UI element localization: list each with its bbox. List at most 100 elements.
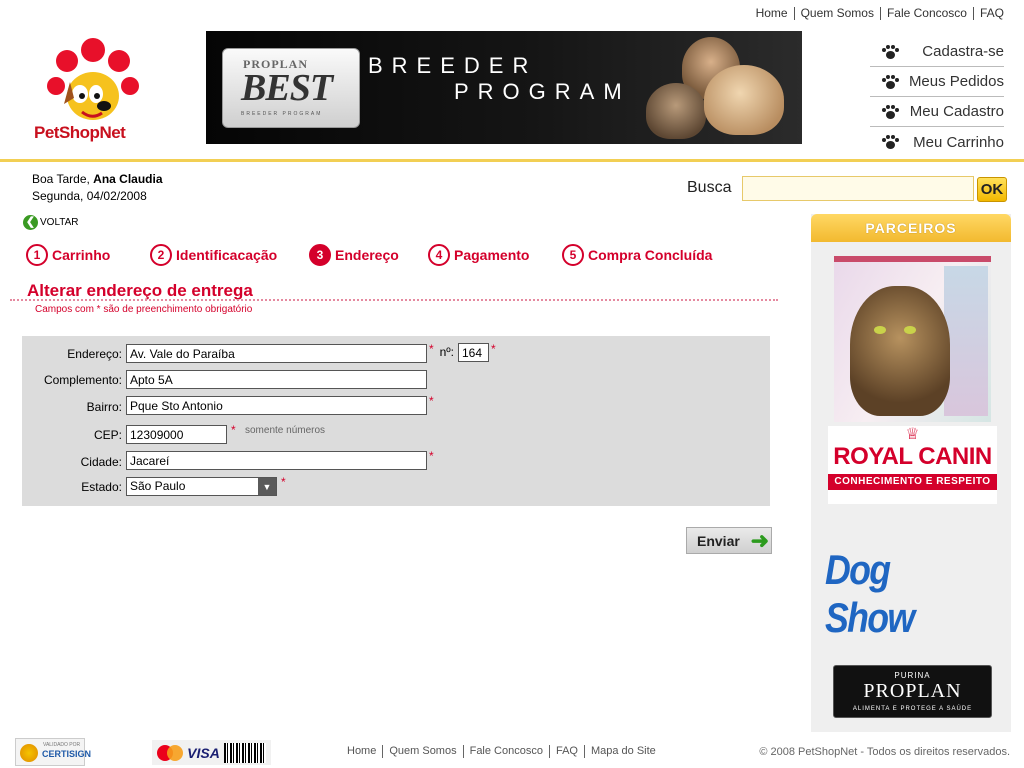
cidade-field[interactable] [126,451,427,470]
partners-sidebar: PARCEIROS ♕ ROYAL CANIN CONHECIMENTO E R… [811,214,1011,732]
enviar-button[interactable]: Enviar ➜ [686,527,772,554]
top-nav-faq-link[interactable]: FAQ [974,7,1004,20]
certisign-small: VALIDADO POR [43,742,81,748]
footer-nav: Home Quem Somos Fale Concosco FAQ Mapa d… [347,745,662,758]
footer-faq-link[interactable]: FAQ [550,745,585,758]
back-label: VOLTAR [40,217,79,228]
greeting-date: Segunda, 04/02/2008 [32,189,147,203]
payment-methods: VISA [152,740,271,765]
step-carrinho: 1 Carrinho [26,244,110,266]
step-pagamento: 4 Pagamento [428,244,529,266]
bairro-label: Bairro: [86,400,122,414]
royal-canin-tagline: CONHECIMENTO E RESPEITO [828,474,997,490]
menu-meu-cadastro-label: Meu Cadastro [909,103,1004,120]
cidade-label: Cidade: [80,455,122,469]
endereco-label: Endereço: [67,347,122,361]
step-label: Pagamento [454,247,530,263]
step-number: 2 [150,244,172,266]
banner-line2: PROGRAM [454,79,631,104]
cat-photo [850,286,950,416]
estado-selected-value: São Paulo [130,479,186,493]
bairro-field[interactable] [126,396,427,415]
menu-meu-cadastro[interactable]: Meu Cadastro [870,97,1004,127]
search-ok-button[interactable]: OK [977,177,1007,202]
page-title: Alterar endereço de entrega [27,281,253,300]
cat-image-3 [704,65,784,135]
banner-line1: BREEDER [368,53,538,78]
numero-label: nº: [439,345,454,359]
menu-meus-pedidos[interactable]: Meus Pedidos [870,67,1004,97]
search-label: Busca [687,179,732,196]
estado-select[interactable]: São Paulo ▼ [126,477,277,496]
breeder-program-banner[interactable]: PROPLAN BEST BREEDER PROGRAM BREEDER PRO… [206,31,802,144]
step-number: 5 [562,244,584,266]
header-separator [0,159,1024,162]
banner-brand-small: BREEDER PROGRAM [241,111,323,117]
cep-field[interactable] [126,425,227,444]
step-number: 4 [428,244,450,266]
step-identificacao: 2 Identificacação [150,244,277,266]
cep-label: CEP: [93,428,122,442]
greeting-salutation: Boa Tarde, [32,172,90,186]
step-compra-concluida: 5 Compra Concluída [562,244,712,266]
certisign-icon [20,744,38,762]
banner-brand-main: BEST [241,67,333,109]
menu-cadastra-se-label: Cadastra-se [922,43,1004,60]
royal-canin-cat-ad[interactable] [834,256,991,422]
menu-meu-carrinho[interactable]: Meu Carrinho [870,127,1004,157]
paw-icon [882,104,899,119]
enviar-label: Enviar [697,532,740,549]
proplan-purina: PURINA [894,671,931,680]
required-mark: * [281,475,286,489]
footer-mapa-do-site-link[interactable]: Mapa do Site [585,745,662,758]
required-mark: * [429,394,434,408]
account-menu: Cadastra-se Meus Pedidos Meu Cadastro Me… [870,37,1004,157]
footer-fale-conosco-link[interactable]: Fale Concosco [464,745,550,758]
boleto-barcode-icon [223,742,266,763]
copyright: © 2008 PetShopNet - Todos os direitos re… [759,746,1010,758]
royal-canin-name: ROYAL CANIN [833,443,992,470]
required-mark: * [231,423,236,437]
step-endereco: 3 Endereço [309,244,399,266]
search-input[interactable] [742,176,974,201]
greeting: Boa Tarde, Ana Claudia Segunda, 04/02/20… [32,171,163,205]
certisign-name: CERTISIGN [42,749,92,759]
top-nav-quem-somos-link[interactable]: Quem Somos [795,7,881,20]
title-divider [10,299,778,301]
complemento-field[interactable] [126,370,427,389]
arrow-right-icon: ➜ [750,527,769,553]
estado-label: Estado: [81,480,122,494]
step-label: Identificacação [176,247,278,263]
step-number: 3 [309,244,331,266]
top-nav: Home Quem Somos Fale Concosco FAQ [750,7,1004,20]
paw-icon [882,44,899,59]
top-nav-home-link[interactable]: Home [750,7,795,20]
step-label: Carrinho [52,247,111,263]
address-form: Endereço: * nº: * Complemento: Bairro: *… [22,336,770,506]
paw-icon [882,135,899,149]
footer-home-link[interactable]: Home [347,745,384,758]
complemento-label: Complemento: [43,373,122,387]
required-mark: * [491,342,496,356]
certisign-seal[interactable]: VALIDADO POR CERTISIGN [15,738,91,766]
menu-meu-carrinho-label: Meu Carrinho [913,133,1004,151]
crown-icon: ♕ [905,426,920,443]
partners-title: PARCEIROS [811,214,1011,242]
step-number: 1 [26,244,48,266]
menu-cadastra-se[interactable]: Cadastra-se [870,37,1004,67]
royal-canin-logo[interactable]: ♕ ROYAL CANIN CONHECIMENTO E RESPEITO [828,426,997,504]
step-label: Compra Concluída [588,247,713,263]
dog-show-logo[interactable]: Dog Show [825,546,983,642]
proplan-logo[interactable]: PURINA PROPLAN ALIMENTA E PROTEGE A SAÚD… [833,665,992,718]
logo-text: PetShopNet [34,123,126,142]
chevron-down-icon: ▼ [258,478,276,495]
step-label: Endereço [335,247,399,263]
menu-meus-pedidos-label: Meus Pedidos [908,73,1004,90]
top-nav-fale-conosco-link[interactable]: Fale Concosco [881,7,974,20]
footer-quem-somos-link[interactable]: Quem Somos [383,745,464,758]
numero-field[interactable] [458,343,489,362]
visa-logo: VISA [187,744,220,761]
proplan-best-badge: PROPLAN BEST BREEDER PROGRAM [222,48,360,128]
proplan-tagline: ALIMENTA E PROTEGE A SAÚDE [852,706,973,712]
back-link[interactable]: ❮ VOLTAR [23,215,79,230]
